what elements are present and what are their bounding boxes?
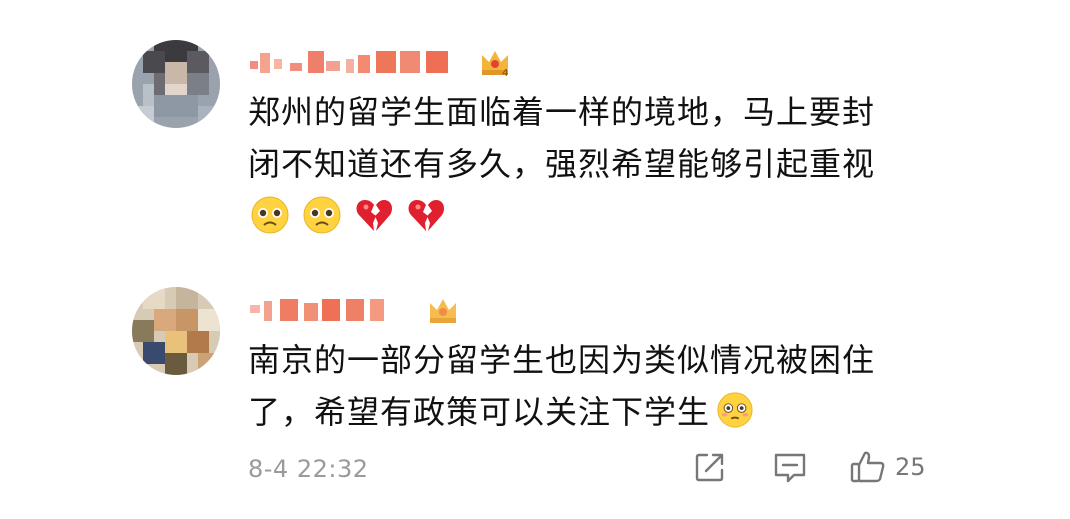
- comment-thread: 4 郑州的留学生面临着一样的境地，马上要封 闭不知道还有多久，强烈希望能够引起重…: [0, 0, 1070, 519]
- crown-badge-icon: 4: [482, 51, 508, 79]
- crown-badge-icon: [430, 299, 456, 323]
- emoji-row: [250, 195, 446, 235]
- pleading-face-icon: [251, 196, 289, 234]
- like-count: 25: [895, 453, 926, 481]
- pixelated-username: [250, 299, 384, 321]
- like-button[interactable]: 25: [849, 449, 926, 485]
- comment-text: 郑州的留学生面临着一样的境地，马上要封 闭不知道还有多久，强烈希望能够引起重视: [248, 86, 875, 190]
- comment-icon: [774, 453, 806, 483]
- comment-line-text: 了，希望有政策可以关注下学生: [248, 393, 711, 431]
- username[interactable]: 4: [250, 42, 512, 82]
- svg-text:4: 4: [502, 68, 508, 79]
- pleading-face-icon: [303, 196, 341, 234]
- pixelated-username: [250, 51, 448, 73]
- comment-text: 南京的一部分留学生也因为类似情况被困住 了，希望有政策可以关注下学生: [248, 334, 875, 438]
- comment-line: 闭不知道还有多久，强烈希望能够引起重视: [248, 145, 876, 183]
- comment-line: 了，希望有政策可以关注下学生: [248, 386, 875, 438]
- like-icon: [850, 451, 885, 483]
- flushed-face-icon: [717, 392, 753, 428]
- comment-line: 南京的一部分留学生也因为类似情况被困住: [248, 341, 876, 379]
- share-button[interactable]: [693, 450, 727, 484]
- avatar[interactable]: [132, 287, 220, 375]
- avatar[interactable]: [132, 40, 220, 128]
- username[interactable]: [250, 290, 460, 330]
- comment-button[interactable]: [772, 451, 808, 485]
- comment-line: 郑州的留学生面临着一样的境地，马上要封: [248, 93, 876, 131]
- comment-timestamp: 8-4 22:32: [248, 455, 369, 483]
- broken-heart-icon: [356, 200, 392, 231]
- broken-heart-icon: [408, 200, 444, 231]
- share-icon: [695, 453, 724, 482]
